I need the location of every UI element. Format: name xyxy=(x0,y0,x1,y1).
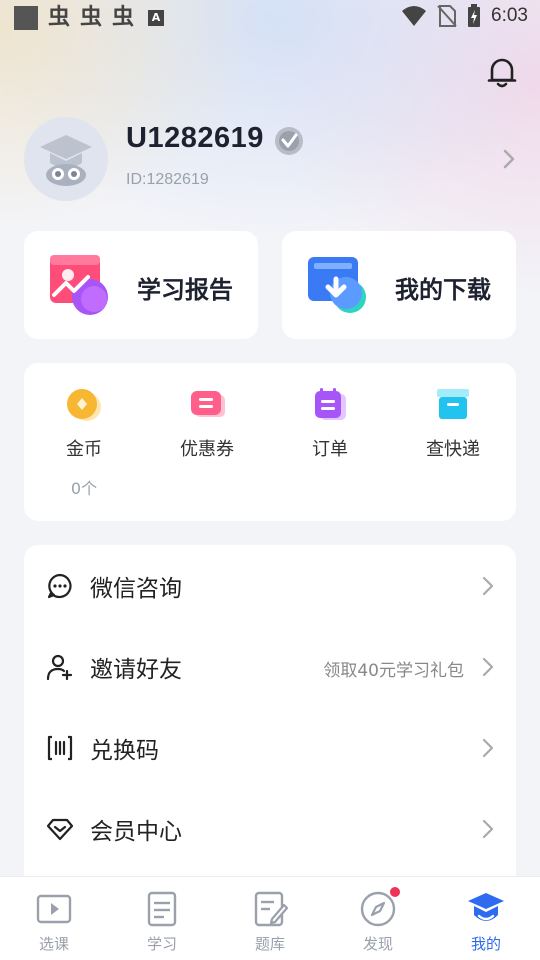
menu-label: 会员中心 xyxy=(90,819,182,845)
my-downloads-label: 我的下载 xyxy=(395,276,491,304)
battery-charging-icon xyxy=(468,4,481,27)
menu-label: 微信咨询 xyxy=(90,576,182,602)
tab-mine[interactable]: 我的 xyxy=(432,877,540,960)
coupon-icon xyxy=(187,385,227,425)
bug-icon: 虫 xyxy=(48,5,71,30)
no-sim-icon xyxy=(437,5,457,27)
bug-icon: 虫 xyxy=(80,5,103,30)
order-icon xyxy=(310,385,350,425)
verified-badge-icon xyxy=(274,126,304,156)
profile-chevron-right-icon[interactable] xyxy=(502,148,516,174)
menu-item-invite-friends[interactable]: 邀请好友 领取40元学习礼包 xyxy=(24,626,516,707)
compass-icon xyxy=(358,887,400,929)
graduation-cap-icon xyxy=(466,889,506,929)
coins-count: 0个 xyxy=(70,479,98,498)
app-square-icon xyxy=(14,6,38,30)
redeem-code-icon xyxy=(46,734,74,762)
study-report-label: 学习报告 xyxy=(137,276,233,304)
coupons-label: 优惠券 xyxy=(180,439,234,460)
header-background xyxy=(0,0,540,420)
a-badge-icon: A xyxy=(148,10,165,26)
notification-bell-icon[interactable] xyxy=(484,54,520,90)
tab-label: 发现 xyxy=(362,935,393,953)
add-user-icon xyxy=(46,653,74,681)
chevron-right-icon xyxy=(482,738,494,762)
coupons-item[interactable]: 优惠券 xyxy=(147,385,267,461)
bottom-tab-bar: 选课 学习 题库 发现 我的 xyxy=(0,876,540,960)
orders-item[interactable]: 订单 xyxy=(270,385,390,461)
express-label: 查快递 xyxy=(426,439,480,460)
avatar[interactable] xyxy=(24,117,108,201)
menu-item-member-center[interactable]: 会员中心 xyxy=(24,788,516,869)
status-bar: 虫 虫 虫 A 6:03 xyxy=(0,0,540,38)
orders-label: 订单 xyxy=(312,439,348,460)
express-icon xyxy=(433,385,473,425)
clock-time: 6:03 xyxy=(491,5,528,26)
menu-label: 邀请好友 xyxy=(90,657,182,683)
bug-icon: 虫 xyxy=(112,5,135,30)
express-item[interactable]: 查快递 xyxy=(393,385,513,461)
my-downloads-card[interactable]: 我的下载 xyxy=(282,231,516,339)
notebook-icon xyxy=(142,889,182,929)
coins-label: 金币 xyxy=(66,439,102,460)
wifi-icon xyxy=(402,6,427,26)
tab-label: 我的 xyxy=(470,935,501,953)
menu-label: 兑换码 xyxy=(90,738,159,764)
notification-dot xyxy=(390,887,400,897)
tab-study[interactable]: 学习 xyxy=(108,877,216,960)
tab-label: 题库 xyxy=(254,935,285,953)
chevron-right-icon xyxy=(482,657,494,681)
play-video-icon xyxy=(34,889,74,929)
settings-menu: 微信咨询 邀请好友 领取40元学习礼包 兑换码 会员中心 xyxy=(24,545,516,905)
invite-reward-text: 领取40元学习礼包 xyxy=(323,661,464,681)
menu-item-redeem-code[interactable]: 兑换码 xyxy=(24,707,516,788)
coin-icon xyxy=(64,385,104,425)
owl-scholar-icon xyxy=(40,135,92,186)
username: U1282619 xyxy=(126,122,264,154)
quick-actions-card: 金币 0个 优惠券 订单 查快递 xyxy=(24,363,516,521)
study-report-card[interactable]: 学习报告 xyxy=(24,231,258,339)
tab-question-bank[interactable]: 题库 xyxy=(216,877,324,960)
diamond-icon xyxy=(46,815,74,843)
tab-label: 选课 xyxy=(38,935,69,953)
coins-item[interactable]: 金币 0个 xyxy=(24,385,144,499)
tab-discover[interactable]: 发现 xyxy=(324,877,432,960)
user-id: ID:1282619 xyxy=(126,171,209,188)
tab-label: 学习 xyxy=(146,935,177,953)
chevron-right-icon xyxy=(482,576,494,600)
tab-courses[interactable]: 选课 xyxy=(0,877,108,960)
report-icon xyxy=(48,253,112,317)
edit-paper-icon xyxy=(250,889,290,929)
chevron-right-icon xyxy=(482,819,494,843)
download-icon xyxy=(306,253,370,317)
menu-item-wechat-consult[interactable]: 微信咨询 xyxy=(24,545,516,626)
chat-icon xyxy=(46,572,74,600)
